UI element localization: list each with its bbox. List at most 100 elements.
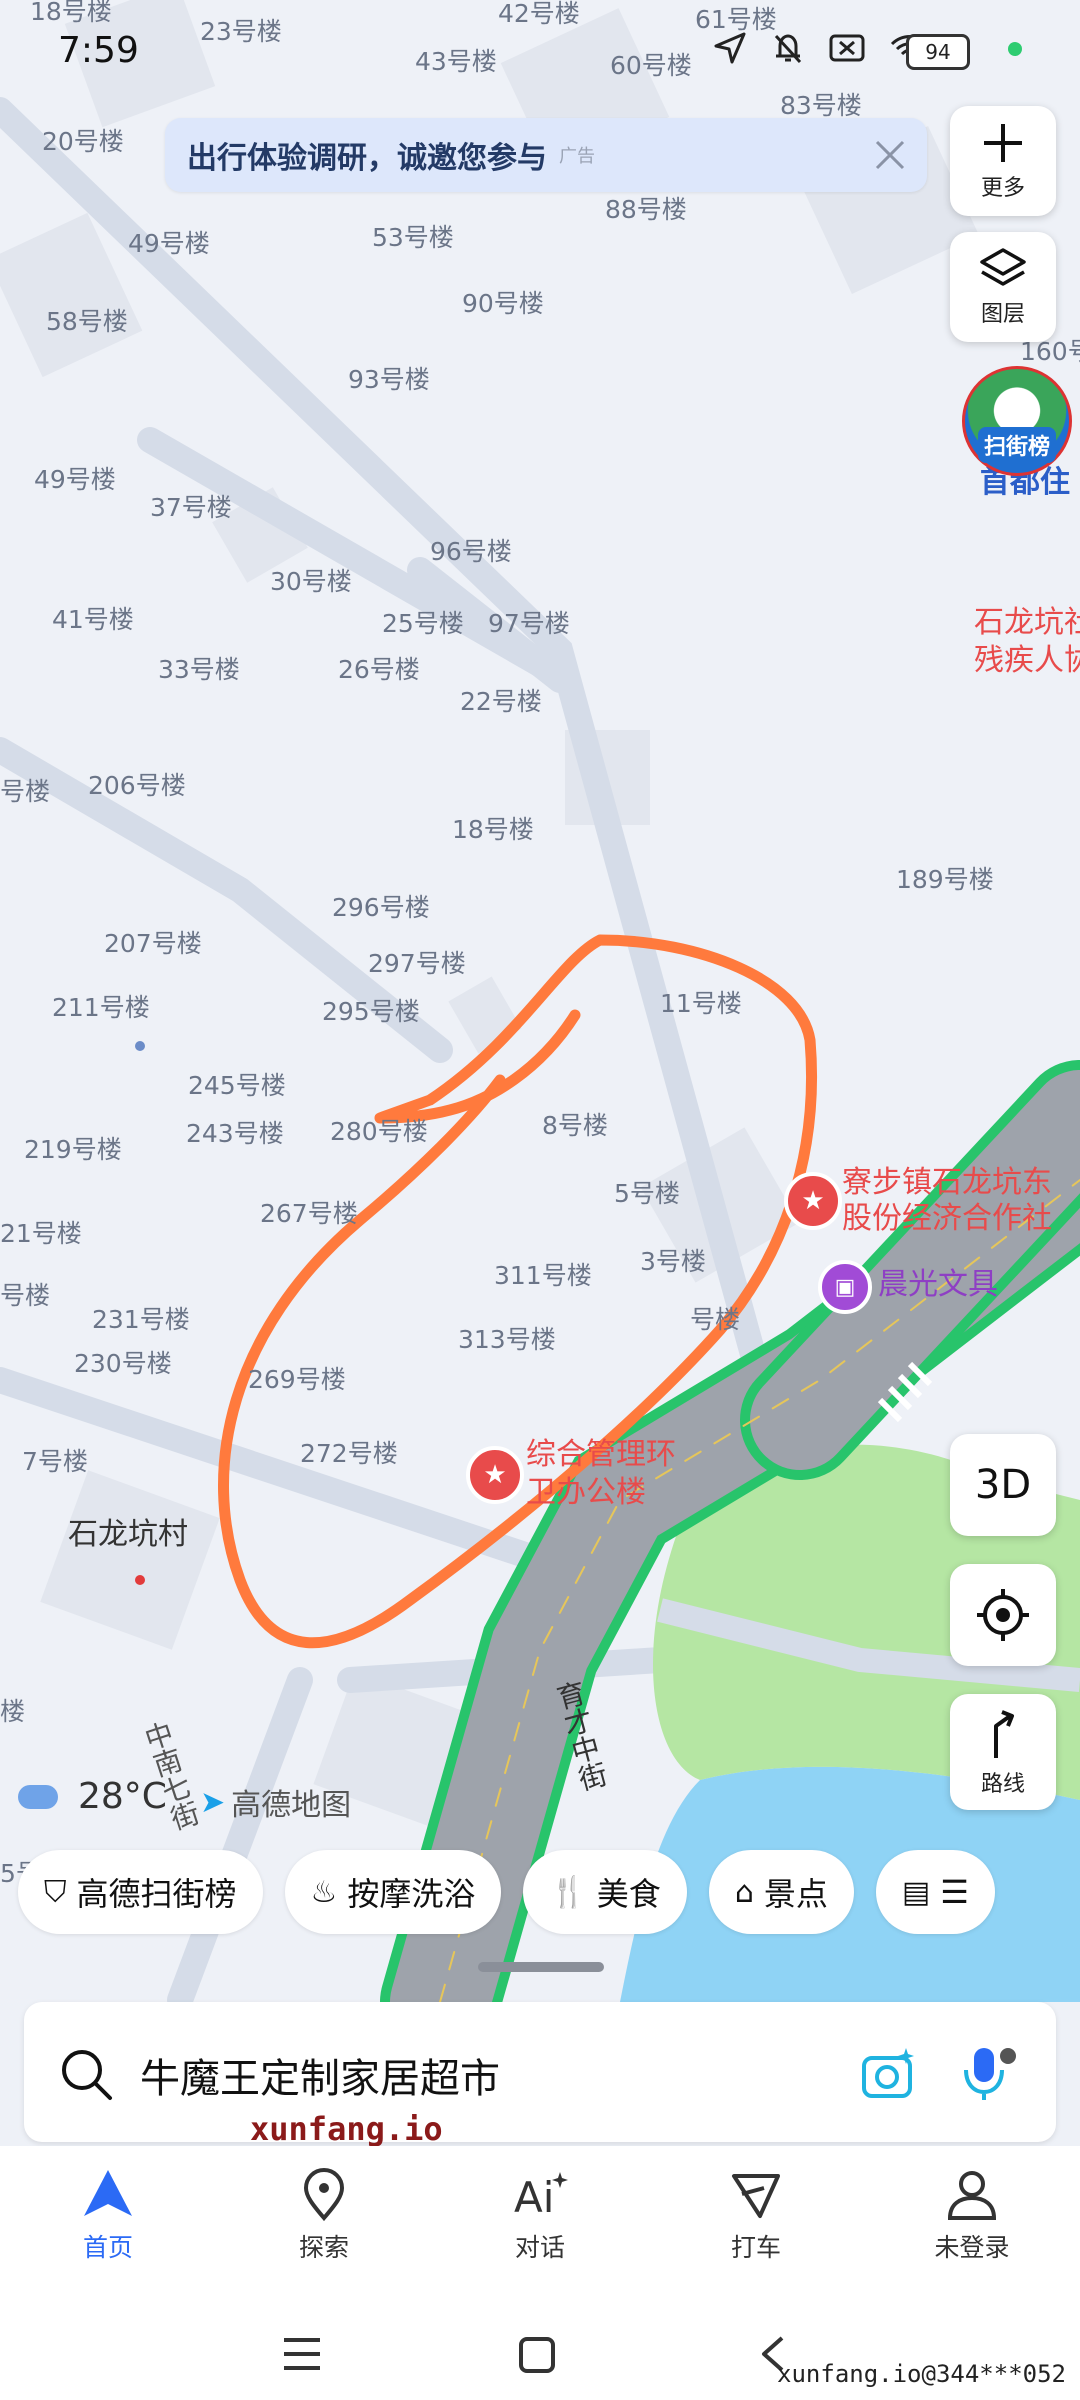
building-label: 7号楼	[22, 1447, 88, 1476]
building-label: 207号楼	[104, 929, 202, 958]
building-label: 41号楼	[52, 605, 134, 634]
chip-scan-street[interactable]: ⛉ 高德扫街榜	[18, 1850, 263, 1934]
cloud-icon	[18, 1784, 58, 1809]
status-bar: 7:59 94	[0, 0, 1080, 100]
category-chips: ⛉ 高德扫街榜 ♨ 按摩洗浴 🍴 美食 ⌂ 景点 ▤ ☰	[18, 1850, 1080, 1936]
poi-disabled-association-line1[interactable]: 石龙坑社	[974, 604, 1080, 642]
building-label: 26号楼	[338, 655, 420, 684]
banner-text: 出行体验调研，诚邀您参与	[187, 141, 547, 176]
layers-label: 图层	[980, 302, 1025, 327]
ai-icon: Ai	[514, 2172, 568, 2222]
nav-home[interactable]: 首页	[0, 2146, 216, 2306]
chip-label: 景点	[763, 1875, 828, 1913]
mute-bell-icon	[774, 34, 802, 64]
building-label: 21号楼	[0, 1219, 82, 1248]
building-label: 311号楼	[494, 1261, 592, 1290]
star-marker-icon[interactable]: ★	[784, 1172, 842, 1230]
search-bar[interactable]: 牛魔王定制家居超市	[24, 2002, 1056, 2142]
chip-label: 美食	[596, 1875, 661, 1913]
sim-x-icon	[829, 34, 865, 62]
microphone-icon[interactable]	[960, 2044, 1020, 2104]
home-square-icon[interactable]	[518, 2336, 556, 2374]
poi-coop-line2[interactable]: 股份经济合作社	[842, 1200, 1052, 1238]
more-button[interactable]: 更多	[950, 106, 1056, 216]
nav-profile[interactable]: 未登录	[864, 2146, 1080, 2306]
building-label: 53号楼	[372, 223, 454, 252]
chip-food[interactable]: 🍴 美食	[523, 1850, 687, 1934]
building-label: 8号楼	[542, 1111, 608, 1140]
poi-disabled-association-line2[interactable]: 残疾人协	[974, 642, 1080, 680]
bottom-navigation: 首页 探索 Ai 对话 打车 未登录	[0, 2146, 1080, 2306]
building-label: 211号楼	[52, 993, 150, 1022]
scan-street-badge[interactable]: 扫街榜	[962, 366, 1072, 476]
scan-street-label: 扫街榜	[977, 427, 1056, 463]
building-label: 296号楼	[332, 893, 430, 922]
building-label: 297号楼	[368, 949, 466, 978]
poi-office-line1[interactable]: 综合管理环	[526, 1436, 676, 1474]
drag-handle[interactable]	[478, 1962, 604, 1972]
building-label: 5号楼	[614, 1179, 680, 1208]
close-icon[interactable]	[867, 132, 913, 178]
amap-logo: ➤ 高德地图	[200, 1780, 351, 1824]
chip-label: 按摩洗浴	[347, 1875, 476, 1913]
shop-marker-icon[interactable]: ▣	[818, 1260, 872, 1314]
star-marker-icon[interactable]: ★	[466, 1446, 524, 1504]
locate-button[interactable]	[950, 1564, 1056, 1666]
menu-icon: ☰	[940, 1873, 969, 1911]
search-input[interactable]: 牛魔王定制家居超市	[140, 2046, 500, 2104]
more-label: 更多	[980, 176, 1025, 201]
nav-label: 探索	[298, 2233, 349, 2262]
chip-scenic[interactable]: ⌂ 景点	[708, 1850, 854, 1934]
building-label: 20号楼	[42, 127, 124, 156]
building-label: 313号楼	[458, 1325, 556, 1354]
temperature-text: 28°C	[78, 1776, 167, 1817]
poi-coop-line1[interactable]: 寮步镇石龙坑东	[842, 1164, 1052, 1202]
cutlery-icon: 🍴	[549, 1874, 587, 1910]
bath-icon: ♨	[310, 1874, 338, 1910]
nav-label: 对话	[514, 2233, 565, 2262]
poi-stationery[interactable]: 晨光文具	[878, 1266, 998, 1304]
route-label: 路线	[980, 1772, 1025, 1797]
building-label: 245号楼	[188, 1071, 286, 1100]
nav-explore[interactable]: 探索	[216, 2146, 432, 2306]
menu-icon[interactable]	[282, 2336, 322, 2372]
chip-more[interactable]: ▤ ☰	[875, 1850, 995, 1934]
nav-taxi[interactable]: 打车	[648, 2146, 864, 2306]
amap-logo-text: 高德地图	[231, 1788, 352, 1823]
svg-text:Ai: Ai	[514, 2173, 554, 2222]
camera-icon[interactable]	[858, 2044, 918, 2104]
poi-office-line2[interactable]: 卫办公楼	[526, 1474, 646, 1512]
weather-widget[interactable]: 28°C	[18, 1776, 167, 1817]
building-label: 30号楼	[270, 567, 352, 596]
building-label: 号楼	[0, 1281, 51, 1310]
poi-village[interactable]: 石龙坑村	[68, 1516, 188, 1554]
layers-button[interactable]: 图层	[950, 232, 1056, 342]
amap-arrow-icon: ➤	[200, 1784, 226, 1820]
ranking-icon: ⛉	[44, 1874, 67, 1910]
building-label: 295号楼	[322, 997, 420, 1026]
survey-banner[interactable]: 出行体验调研，诚邀您参与 广告	[165, 118, 927, 192]
building-label: 楼	[0, 1697, 26, 1726]
building-label: 269号楼	[248, 1365, 346, 1394]
nav-chat[interactable]: Ai 对话	[432, 2146, 648, 2306]
building-label: 96号楼	[430, 537, 512, 566]
building-label: 93号楼	[348, 365, 430, 394]
building-label: 58号楼	[46, 307, 128, 336]
nav-label: 未登录	[934, 2233, 1010, 2262]
location-pin-icon	[303, 2167, 345, 2222]
building-label: 219号楼	[24, 1135, 122, 1164]
chip-massage[interactable]: ♨ 按摩洗浴	[284, 1850, 502, 1934]
ad-label: 广告	[559, 146, 595, 167]
building-label: 243号楼	[186, 1119, 284, 1148]
building-label: 230号楼	[74, 1349, 172, 1378]
building-label: 49号楼	[34, 465, 116, 494]
3d-button[interactable]: 3D	[950, 1434, 1056, 1536]
status-time: 7:59	[58, 30, 139, 71]
taxi-flag-icon	[732, 2174, 780, 2218]
building-label: 号楼	[690, 1305, 741, 1334]
building-label: 90号楼	[462, 289, 544, 318]
3d-label: 3D	[974, 1462, 1032, 1508]
route-button[interactable]: 路线	[950, 1694, 1056, 1810]
search-icon	[62, 2050, 112, 2100]
building-label: 37号楼	[150, 493, 232, 522]
